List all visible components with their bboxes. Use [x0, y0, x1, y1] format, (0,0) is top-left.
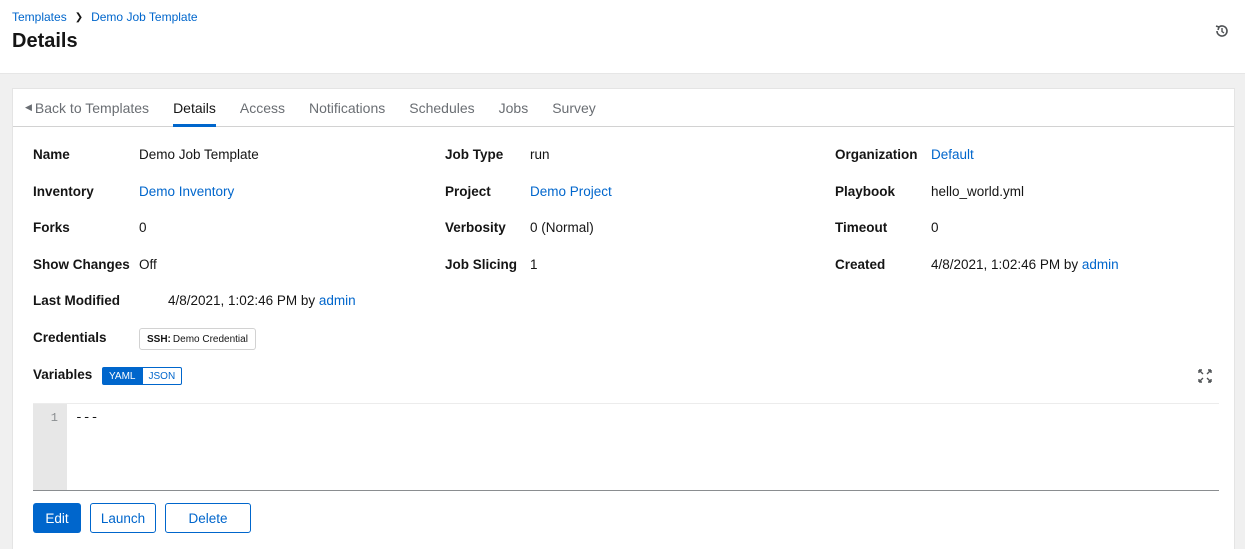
tab-label: Back to Templates: [34, 99, 150, 116]
created-date: 4/8/2021, 1:02:46 PM: [931, 257, 1061, 272]
tab-label: Access: [239, 99, 285, 116]
job-slicing-label: Job Slicing: [445, 257, 518, 272]
page-title: Details: [12, 30, 78, 52]
credentials-label: Credentials: [33, 330, 107, 345]
variables-mode-toggle: YAML JSON: [102, 367, 183, 385]
inventory-link[interactable]: Demo Inventory: [139, 184, 234, 199]
tab-bar: ◀ Back to Templates Details Access Notif…: [13, 89, 1234, 127]
job-type-value: run: [530, 147, 550, 162]
tab-jobs[interactable]: Jobs: [487, 89, 541, 126]
tab-label: Notifications: [308, 99, 386, 116]
show-changes-label: Show Changes: [33, 257, 130, 272]
chevron-right-icon: ❯: [74, 11, 84, 23]
tab-survey[interactable]: Survey: [540, 89, 608, 126]
name-label: Name: [33, 147, 70, 162]
last-modified-user-link[interactable]: admin: [319, 293, 356, 308]
delete-button[interactable]: Delete: [165, 503, 251, 533]
verbosity-label: Verbosity: [445, 220, 506, 235]
editor-content: ---: [75, 410, 99, 425]
job-slicing-value: 1: [530, 257, 538, 272]
inventory-label: Inventory: [33, 184, 94, 199]
caret-left-icon: ◀: [25, 102, 32, 112]
created-user-link[interactable]: admin: [1082, 257, 1119, 272]
tab-label: Survey: [552, 99, 596, 116]
edit-button[interactable]: Edit: [33, 503, 81, 533]
name-value: Demo Job Template: [139, 147, 259, 162]
organization-link[interactable]: Default: [931, 147, 974, 162]
playbook-label: Playbook: [835, 184, 896, 199]
tab-label: Schedules: [409, 99, 475, 116]
variables-code-editor[interactable]: 1 ---: [33, 403, 1219, 491]
tab-access[interactable]: Access: [228, 89, 297, 126]
credential-chip: SSH: Demo Credential: [139, 328, 256, 350]
project-label: Project: [445, 184, 491, 199]
editor-gutter: 1: [33, 404, 67, 490]
playbook-value: hello_world.yml: [931, 184, 1025, 199]
variables-label: Variables: [33, 367, 93, 382]
organization-label: Organization: [835, 147, 918, 162]
tab-label: Jobs: [498, 99, 529, 116]
tab-label: Details: [173, 99, 216, 116]
project-link[interactable]: Demo Project: [530, 184, 612, 199]
breadcrumb-current-link[interactable]: Demo Job Template: [91, 10, 198, 24]
tab-details[interactable]: Details: [161, 89, 228, 127]
yaml-toggle-button[interactable]: YAML: [102, 367, 143, 385]
launch-button[interactable]: Launch: [90, 503, 156, 533]
expand-icon[interactable]: [1198, 369, 1212, 383]
last-modified-by: by: [300, 293, 316, 308]
tab-back-to-templates[interactable]: ◀ Back to Templates: [13, 89, 161, 126]
forks-label: Forks: [33, 220, 70, 235]
credential-name: Demo Credential: [172, 333, 248, 345]
details-card: ◀ Back to Templates Details Access Notif…: [12, 88, 1235, 549]
forks-value: 0: [139, 220, 147, 235]
show-changes-value: Off: [139, 257, 157, 272]
last-modified-date: 4/8/2021, 1:02:46 PM: [168, 293, 298, 308]
timeout-label: Timeout: [835, 220, 888, 235]
created-value: 4/8/2021, 1:02:46 PM by admin: [931, 257, 1119, 272]
created-by: by: [1063, 257, 1079, 272]
json-toggle-button[interactable]: JSON: [142, 367, 183, 385]
breadcrumb: Templates ❯ Demo Job Template: [12, 10, 198, 24]
created-label: Created: [835, 257, 886, 272]
tab-notifications[interactable]: Notifications: [297, 89, 397, 126]
verbosity-value: 0 (Normal): [530, 220, 594, 235]
last-modified-value: 4/8/2021, 1:02:46 PM by admin: [168, 293, 356, 308]
breadcrumb-templates-link[interactable]: Templates: [12, 10, 67, 24]
tab-schedules[interactable]: Schedules: [397, 89, 486, 126]
job-type-label: Job Type: [445, 147, 504, 162]
page-header: Templates ❯ Demo Job Template Details: [0, 0, 1245, 74]
credential-type: SSH:: [147, 333, 171, 345]
history-icon[interactable]: [1213, 22, 1231, 40]
line-number: 1: [50, 411, 58, 425]
last-modified-label: Last Modified: [33, 293, 120, 308]
timeout-value: 0: [931, 220, 939, 235]
